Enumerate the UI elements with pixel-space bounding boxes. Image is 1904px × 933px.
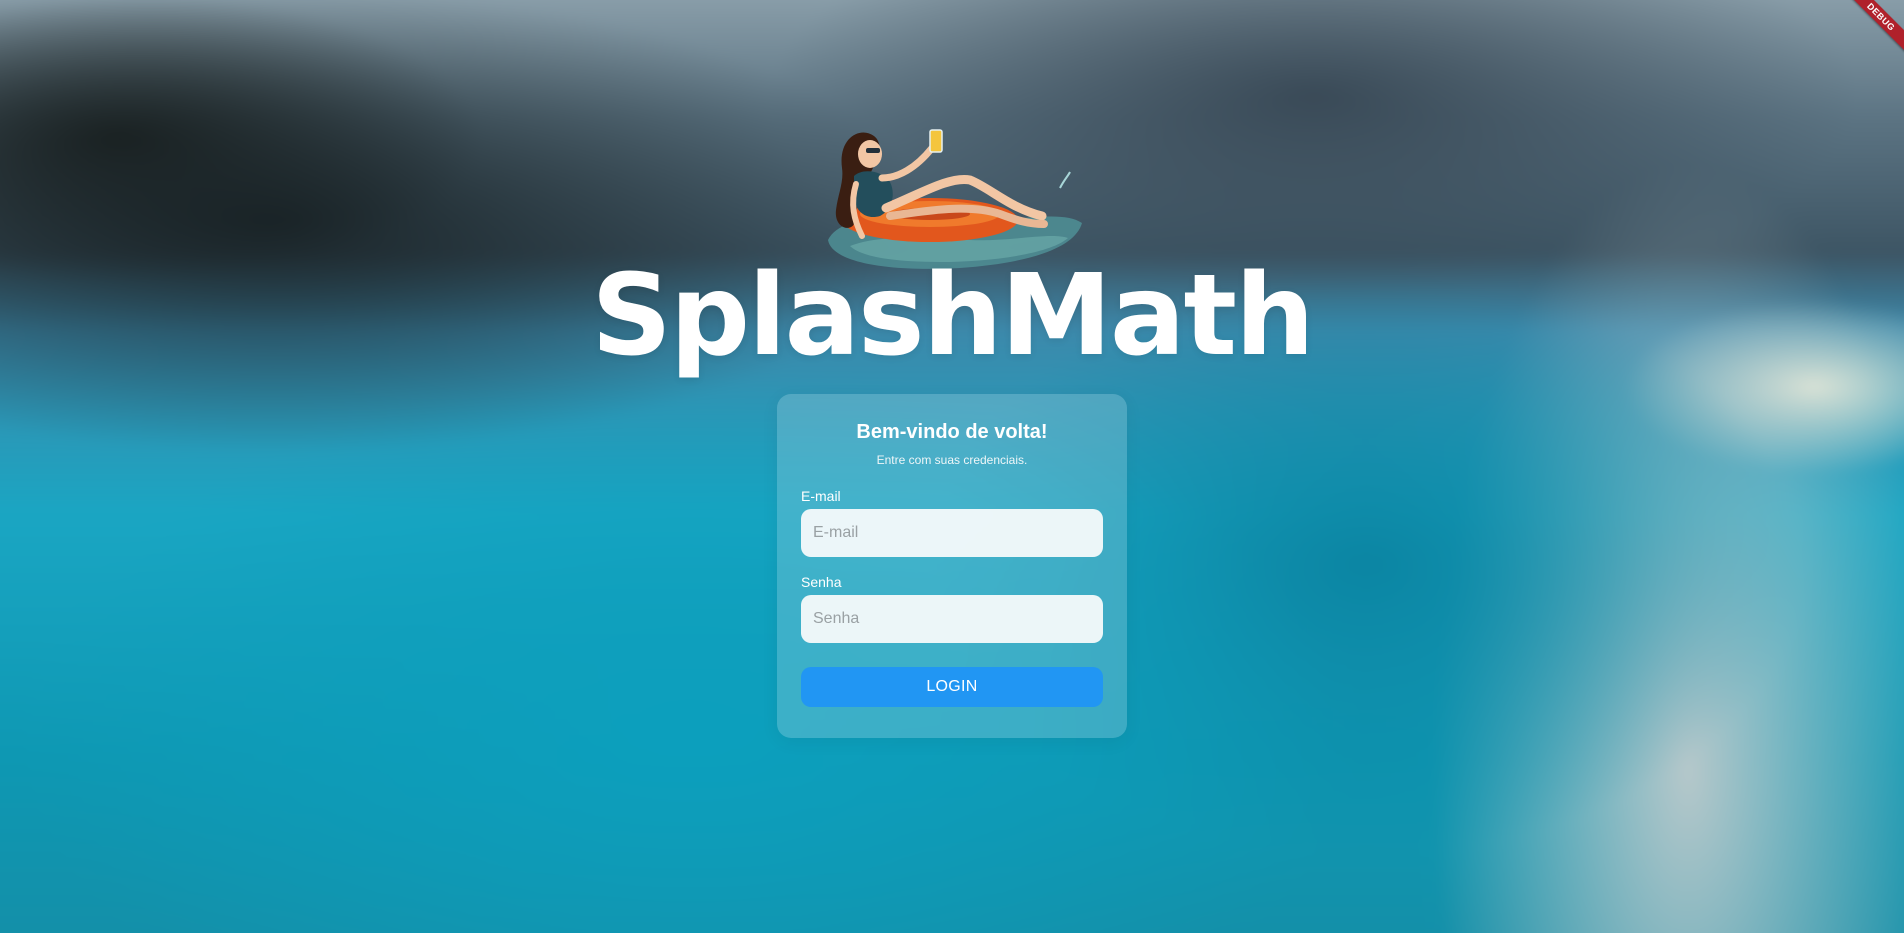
app-logo-title: SplashMath	[591, 251, 1315, 381]
password-label: Senha	[801, 574, 842, 590]
login-card: Bem-vindo de volta! Entre com suas crede…	[777, 394, 1127, 738]
password-field[interactable]	[801, 595, 1103, 643]
login-button[interactable]: LOGIN	[801, 667, 1103, 707]
login-card-subtitle: Entre com suas credenciais.	[876, 453, 1028, 467]
login-card-title: Bem-vindo de volta!	[856, 421, 1048, 443]
login-screen: DEBUG SplashMath Bem-vindo de volta! Ent…	[0, 0, 1904, 933]
email-label: E-mail	[801, 488, 841, 504]
email-field[interactable]	[801, 509, 1103, 557]
